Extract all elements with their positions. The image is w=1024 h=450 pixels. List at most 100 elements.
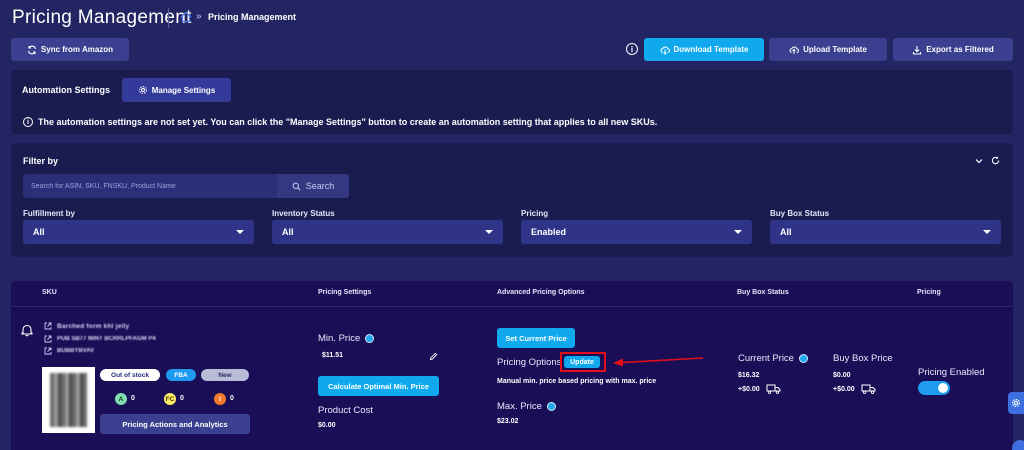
pricing-filter-label: Pricing — [521, 209, 549, 218]
info-icon[interactable]: i — [626, 43, 638, 55]
refresh-icon[interactable] — [991, 156, 1000, 165]
info-dot-icon[interactable] — [365, 334, 375, 343]
update-badge[interactable]: Update — [564, 356, 600, 368]
download-template-button[interactable]: Download Template — [644, 38, 764, 61]
manage-settings-button[interactable]: Manage Settings — [122, 78, 231, 102]
download-label: Download Template — [673, 45, 749, 54]
breadcrumb[interactable]: Pricing Management — [208, 12, 296, 22]
search-icon — [292, 182, 301, 190]
truck-icon — [766, 384, 781, 394]
condition-badge: New — [201, 369, 249, 381]
buy-box-status-label: Buy Box Status — [770, 209, 830, 218]
bell-icon[interactable] — [20, 323, 34, 337]
download-icon — [913, 45, 922, 55]
red-arrow-annotation — [613, 357, 704, 367]
sku-asin[interactable]: BUBBYBVAV — [57, 348, 94, 354]
info-dot-icon[interactable] — [798, 354, 808, 363]
fulfillment-by-value: All — [33, 227, 45, 237]
inventory-status-select[interactable]: All — [272, 220, 503, 244]
export-label: Export as Filtered — [926, 45, 994, 54]
truck-icon — [861, 384, 876, 394]
external-link-icon[interactable] — [44, 322, 52, 330]
inventory-status-value: All — [282, 227, 294, 237]
home-icon[interactable] — [180, 11, 192, 23]
inbound-count: 0 — [230, 395, 234, 402]
pricing-options-label: Pricing Options — [497, 357, 562, 368]
gear-icon — [138, 86, 147, 94]
pricing-actions-button[interactable]: Pricing Actions and Analytics — [100, 414, 250, 434]
cloud-download-icon — [660, 46, 670, 55]
search-button[interactable]: Search — [277, 174, 349, 198]
breadcrumb-separator: » — [196, 11, 202, 22]
current-price-label: Current Price — [738, 353, 794, 364]
available-count: 0 — [131, 395, 135, 402]
buy-box-status-select[interactable]: All — [770, 220, 1001, 244]
sync-from-amazon-button[interactable]: Sync from Amazon — [11, 38, 129, 61]
automation-message-text: The automation settings are not set yet.… — [38, 117, 658, 127]
toggle-knob — [938, 383, 948, 393]
min-price-label-group: Min. Price — [318, 333, 375, 344]
product-cost-label: Product Cost — [318, 405, 373, 416]
stock-status-badge: Out of stock — [100, 369, 160, 381]
gear-icon — [1011, 398, 1021, 408]
floating-settings-button[interactable] — [1008, 392, 1024, 414]
info-dot-icon[interactable] — [546, 402, 556, 411]
fulfillment-by-select[interactable]: All — [23, 220, 254, 244]
buy-box-price-label: Buy Box Price — [833, 353, 893, 364]
column-header-advanced-pricing: Advanced Pricing Options — [497, 289, 585, 296]
pencil-icon[interactable] — [429, 352, 438, 361]
column-header-pricing: Pricing — [917, 289, 941, 296]
automation-message: i The automation settings are not set ye… — [23, 117, 657, 127]
export-as-filtered-button[interactable]: Export as Filtered — [893, 38, 1013, 61]
fc-count: 0 — [180, 395, 184, 402]
column-header-sku: SKU — [42, 289, 57, 296]
pricing-filter-select[interactable]: Enabled — [521, 220, 752, 244]
info-icon: i — [23, 117, 33, 127]
fulfillment-by-label: Fulfillment by — [23, 209, 75, 218]
help-chat-button[interactable] — [1012, 440, 1024, 450]
calculate-min-price-button[interactable]: Calculate Optimal Min. Price — [318, 376, 439, 396]
buy-box-shipping-value: +$0.00 — [833, 386, 855, 393]
filter-title: Filter by — [23, 156, 59, 166]
pricing-enabled-label: Pricing Enabled — [918, 367, 985, 378]
cloud-upload-icon — [789, 46, 800, 54]
pricing-enabled-toggle[interactable] — [918, 381, 950, 395]
inbound-count-icon: I — [214, 393, 226, 405]
caret-down-icon — [734, 230, 742, 234]
sku-code[interactable]: PUB SB77 MINT BCRRLPFAGM P4 — [57, 336, 156, 342]
upload-template-button[interactable]: Upload Template — [769, 38, 887, 61]
chevron-down-icon[interactable] — [975, 157, 983, 165]
current-price-value: $16.32 — [738, 372, 760, 379]
set-current-price-button[interactable]: Set Current Price — [497, 328, 575, 348]
product-image[interactable] — [42, 367, 95, 433]
available-count-icon: A — [115, 393, 127, 405]
product-cost-value: $0.00 — [318, 422, 336, 429]
fba-badge: FBA — [166, 369, 196, 381]
max-price-label-group: Max. Price — [497, 401, 556, 412]
buy-box-status-value: All — [780, 227, 792, 237]
max-price-value: $23.02 — [497, 418, 519, 425]
pricing-filter-value: Enabled — [531, 227, 567, 237]
upload-label: Upload Template — [803, 45, 867, 54]
caret-down-icon — [485, 230, 493, 234]
fc-count-icon: FC — [164, 393, 176, 405]
column-header-pricing-settings: Pricing Settings — [318, 289, 372, 296]
pricing-description: Manual min. price based pricing with max… — [497, 378, 657, 385]
caret-down-icon — [983, 230, 991, 234]
min-price-label: Min. Price — [318, 333, 361, 344]
search-button-label: Search — [305, 181, 335, 191]
automation-settings-title: Automation Settings — [22, 85, 110, 95]
search-input[interactable] — [23, 174, 277, 198]
external-link-icon[interactable] — [44, 335, 52, 343]
current-shipping-value: +$0.00 — [738, 386, 760, 393]
caret-down-icon — [236, 230, 244, 234]
external-link-icon[interactable] — [44, 347, 52, 355]
min-price-value: $11.51 — [322, 352, 344, 359]
sku-title[interactable]: Barched form khl jelly — [57, 323, 129, 330]
page-title: Pricing Management — [12, 7, 192, 28]
sync-icon — [27, 45, 36, 54]
column-header-buy-box-status: Buy Box Status — [737, 289, 789, 296]
max-price-label: Max. Price — [497, 401, 542, 412]
buy-box-price-value: $0.00 — [833, 372, 851, 379]
header-divider — [11, 306, 1013, 307]
